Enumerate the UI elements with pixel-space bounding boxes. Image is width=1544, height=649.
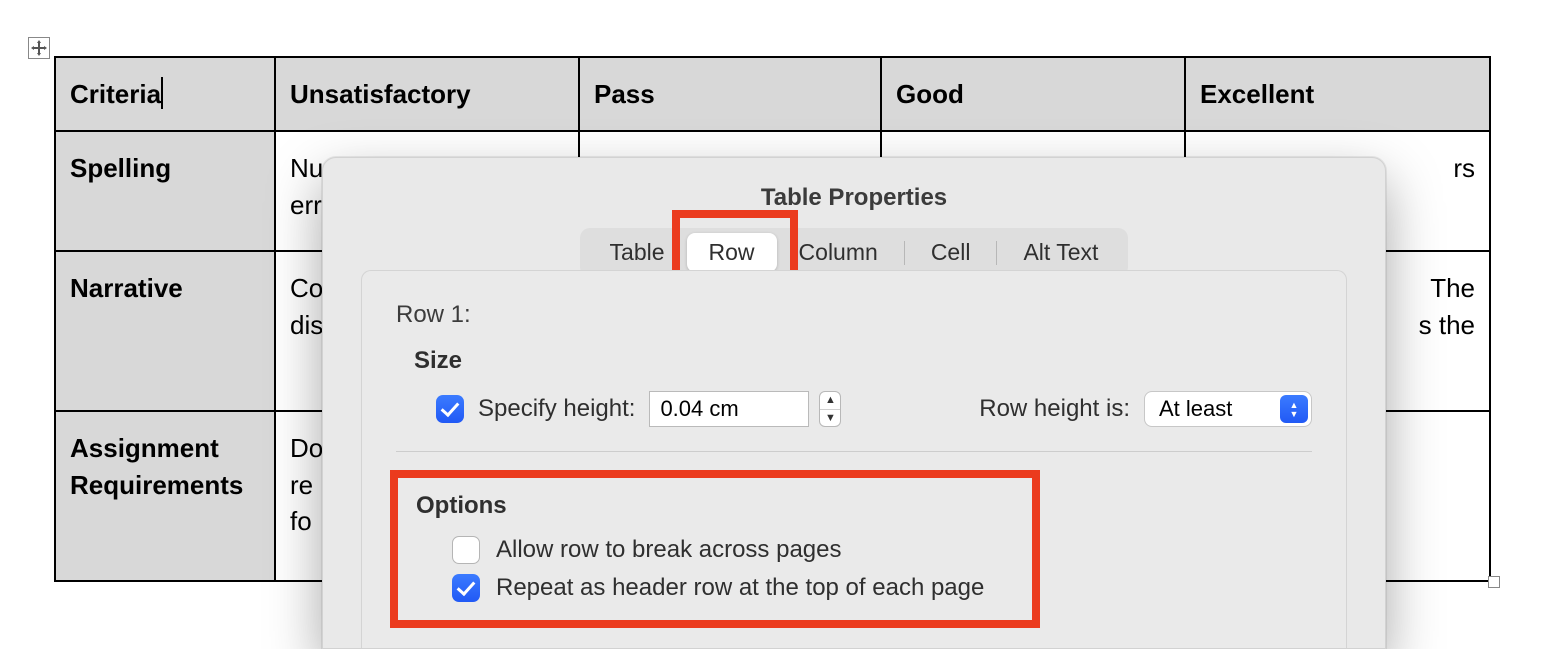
- tab-separator: [904, 241, 905, 265]
- repeat-header-label: Repeat as header row at the top of each …: [496, 574, 984, 602]
- tab-column[interactable]: Column: [777, 233, 900, 272]
- height-input[interactable]: [649, 391, 809, 427]
- row-label-narrative[interactable]: Narrative: [55, 251, 275, 411]
- row-height-is-label: Row height is:: [979, 395, 1130, 423]
- tab-table[interactable]: Table: [588, 233, 687, 272]
- row-indicator: Row 1:: [396, 301, 1312, 329]
- specify-height-label: Specify height:: [478, 395, 635, 423]
- dialog-title: Table Properties: [323, 158, 1385, 228]
- text-cursor: [161, 77, 163, 109]
- options-section: Options Allow row to break across pages …: [396, 474, 1312, 624]
- table-properties-dialog: Table Properties Table Row Column Cell A…: [322, 157, 1386, 649]
- table-move-handle[interactable]: [28, 37, 50, 59]
- stepper-down-icon[interactable]: ▼: [820, 410, 840, 427]
- row-height-is-select[interactable]: At least ▲ ▼: [1144, 391, 1312, 427]
- row-label-spelling[interactable]: Spelling: [55, 131, 275, 251]
- tab-alt-text[interactable]: Alt Text: [1001, 233, 1120, 272]
- header-excellent[interactable]: Excellent: [1185, 57, 1490, 131]
- row-label-assignment[interactable]: Assignment Requirements: [55, 411, 275, 581]
- move-icon: [31, 40, 47, 56]
- dialog-body: Row 1: Size Specify height: ▲ ▼ Row heig…: [361, 270, 1347, 648]
- stepper-up-icon[interactable]: ▲: [820, 392, 840, 410]
- tab-cell[interactable]: Cell: [909, 233, 993, 272]
- table-header-row[interactable]: Criteria Unsatisfactory Pass Good Excell…: [55, 57, 1490, 131]
- options-section-title: Options: [416, 492, 1292, 520]
- repeat-header-checkbox[interactable]: [452, 574, 480, 602]
- select-arrows-icon: ▲ ▼: [1280, 395, 1308, 423]
- height-stepper[interactable]: ▲ ▼: [819, 391, 841, 427]
- size-section-title: Size: [414, 347, 1312, 375]
- allow-break-checkbox[interactable]: [452, 536, 480, 564]
- header-good[interactable]: Good: [881, 57, 1185, 131]
- table-resize-handle[interactable]: [1488, 576, 1500, 588]
- size-row: Specify height: ▲ ▼ Row height is: At le…: [436, 391, 1312, 427]
- header-criteria[interactable]: Criteria: [55, 57, 275, 131]
- specify-height-checkbox[interactable]: [436, 395, 464, 423]
- tab-row[interactable]: Row: [687, 233, 777, 272]
- header-unsatisfactory[interactable]: Unsatisfactory: [275, 57, 579, 131]
- allow-break-label: Allow row to break across pages: [496, 536, 842, 564]
- divider: [396, 451, 1312, 452]
- select-value: At least: [1159, 396, 1232, 422]
- header-label: Criteria: [70, 79, 161, 109]
- tab-separator: [996, 241, 997, 265]
- header-pass[interactable]: Pass: [579, 57, 881, 131]
